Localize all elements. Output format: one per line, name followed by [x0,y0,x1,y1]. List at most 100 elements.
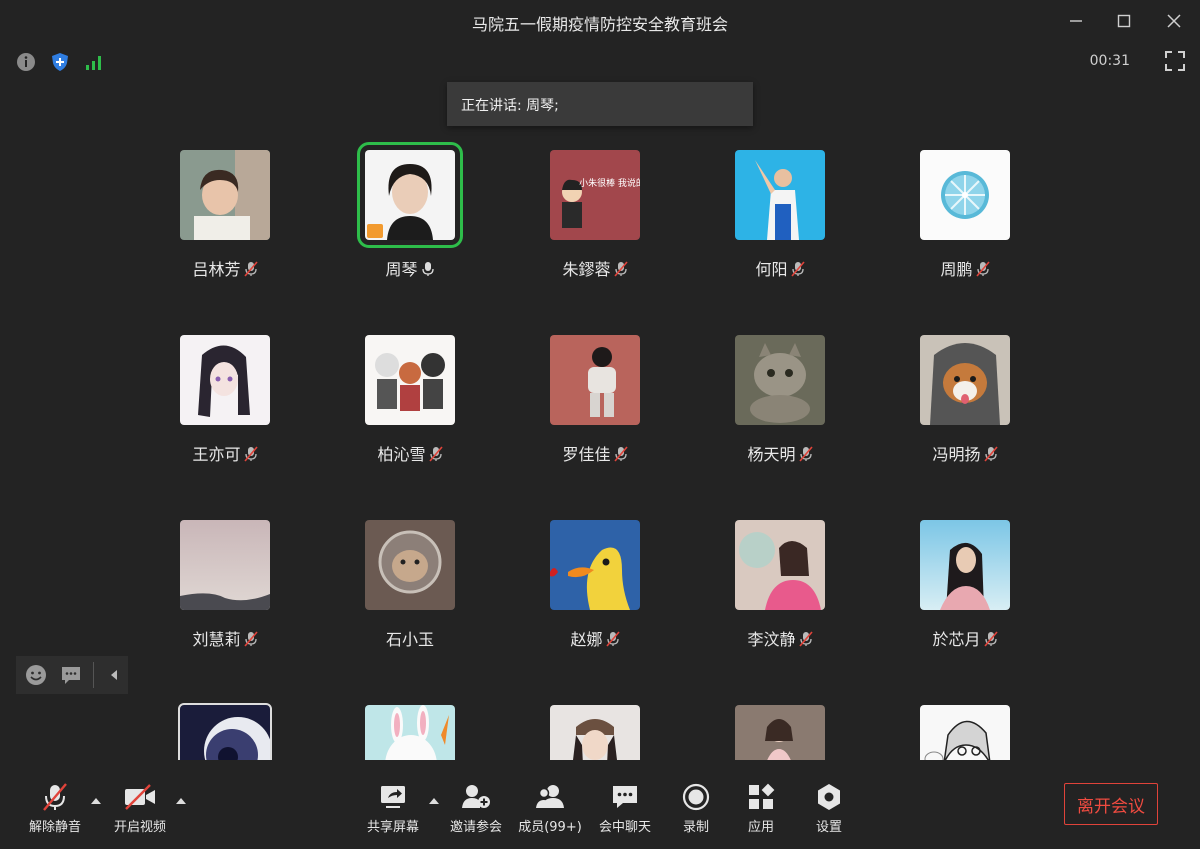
participant-name: 何阳 [755,260,788,279]
participant-tile[interactable]: 罗佳佳 [525,335,665,475]
participant-tile[interactable]: 刘慧莉 [155,520,295,660]
chat-quick-tools [16,656,128,694]
participant-tile[interactable]: 李汶静 [710,520,850,660]
participant-name: 石小玉 [385,630,434,649]
avatar [365,335,455,425]
record-label: 录制 [682,820,709,835]
avatar [180,520,270,610]
members-button[interactable]: 成员(99+) [514,780,586,835]
participant-tile[interactable]: 赵娜 [525,520,665,660]
participant-tile[interactable]: 小朱很棒 我说的 朱鏐蓉 [525,150,665,290]
chat-button[interactable]: 会中聊天 [589,780,661,835]
chat-icon [613,786,637,808]
participant-tile[interactable] [525,705,665,760]
mic-muted-icon [43,783,67,811]
participant-tile[interactable]: 冯明扬 [895,335,1035,475]
host-badge [367,224,383,238]
video-options-caret[interactable] [176,798,186,804]
chat-bubble-button[interactable] [56,660,84,690]
members-icon [536,785,564,808]
mic-muted-icon [613,446,628,466]
participant-name: 王亦可 [192,445,241,464]
participant-tile[interactable]: 杨天明 [710,335,850,475]
participant-tile[interactable]: 王亦可 [155,335,295,475]
mic-muted-icon [605,631,620,651]
mic-muted-icon [243,631,258,651]
avatar [735,150,825,240]
avatar [178,703,272,760]
participant-tile[interactable] [710,705,850,760]
participant-tile[interactable]: 柏沁雪 [340,335,480,475]
participant-name: 柏沁雪 [377,445,426,464]
invite-label: 邀请参会 [449,820,502,835]
mic-muted-icon [613,261,628,281]
active-speaker-text: 正在讲话: 周琴; [461,98,559,114]
avatar [550,520,640,610]
share-options-caret[interactable] [429,798,439,804]
settings-button[interactable]: 设置 [793,780,865,835]
start-video-button[interactable]: 开启视频 [104,780,176,835]
mic-muted-icon [243,446,258,466]
divider [92,662,94,688]
members-label: 成员(99+) [518,820,582,835]
participant-name: 周琴 [385,260,418,279]
mic-muted-icon [975,261,990,281]
avatar [735,520,825,610]
participant-tile-active[interactable]: 周琴 [340,142,480,290]
participant-name: 杨天明 [747,445,796,464]
chat-label: 会中聊天 [598,820,651,835]
participant-tile[interactable]: 石小玉 [340,520,480,660]
mic-muted-icon [983,631,998,651]
participant-tile[interactable] [340,705,480,760]
avatar [550,705,640,760]
participant-name: 於芯月 [932,630,981,649]
avatar [920,150,1010,240]
participant-name: 朱鏐蓉 [562,260,611,279]
emoji-icon [26,665,47,685]
collapse-button[interactable] [100,660,128,690]
mic-muted-icon [243,261,258,281]
mic-on-icon [421,261,435,281]
share-screen-button[interactable]: 共享屏幕 [357,780,429,835]
chat-bubble-icon [61,667,80,684]
record-icon [682,783,710,811]
participant-tile[interactable] [155,703,295,760]
mic-muted-icon [983,446,998,466]
avatar [357,142,463,248]
mic-muted-icon [798,446,813,466]
record-button[interactable]: 录制 [660,780,732,835]
gear-icon [818,784,840,810]
add-user-icon [462,785,490,808]
participant-tile[interactable]: 於芯月 [895,520,1035,660]
avatar: 小朱很棒 我说的 [550,150,640,240]
share-screen-icon [381,786,405,808]
start-video-label: 开启视频 [113,820,166,835]
avatar [920,705,1010,760]
apps-label: 应用 [747,820,774,835]
participant-tile[interactable]: 周鹏 [895,150,1035,290]
participant-tile[interactable]: 吕林芳 [155,150,295,290]
avatar [735,335,825,425]
participant-name: 刘慧莉 [192,630,241,649]
video-off-icon [125,784,155,810]
unmute-button[interactable]: 解除静音 [19,780,91,835]
participant-tile[interactable] [895,705,1035,760]
chevron-left-icon [110,670,117,680]
leave-meeting-button[interactable]: 离开会议 [1064,783,1158,825]
participant-tile[interactable]: 何阳 [710,150,850,290]
emoji-button[interactable] [22,660,50,690]
participant-name: 赵娜 [570,630,603,649]
avatar [365,705,455,760]
participant-name: 李汶静 [747,630,796,649]
invite-button[interactable]: 邀请参会 [440,780,512,835]
avatar [365,520,455,610]
apps-icon [749,783,775,809]
apps-button[interactable]: 应用 [725,780,797,835]
unmute-label: 解除静音 [28,820,81,835]
active-speaker-banner: 正在讲话: 周琴; [447,82,753,126]
avatar [180,150,270,240]
participant-name: 周鹏 [940,260,973,279]
mic-muted-icon [798,631,813,651]
share-screen-label: 共享屏幕 [366,820,419,835]
audio-options-caret[interactable] [91,798,101,804]
